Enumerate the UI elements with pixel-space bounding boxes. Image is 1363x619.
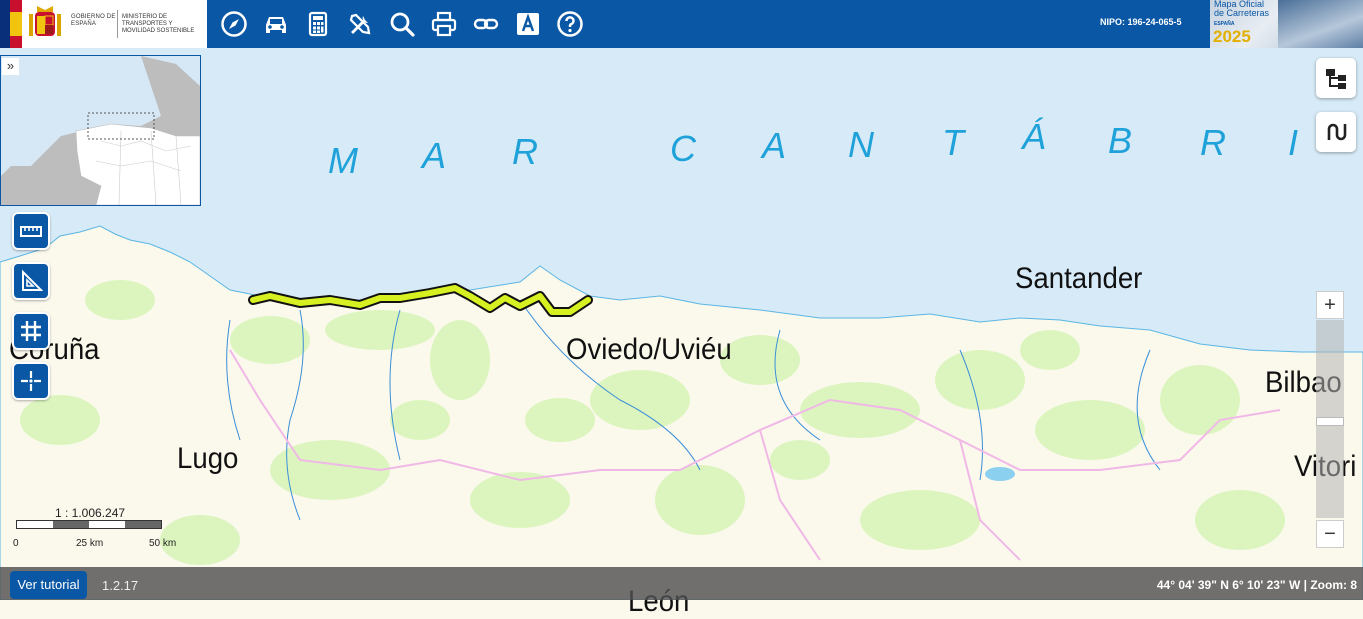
sea-label-letter: C	[670, 128, 696, 169]
city-label: Lugo	[177, 442, 239, 475]
layers-tree-button[interactable]	[1316, 58, 1356, 98]
city-label: Santander	[1015, 262, 1143, 295]
scale-ratio: 1 : 1.006.247	[55, 506, 126, 520]
link-icon[interactable]	[470, 8, 502, 40]
tutorial-button[interactable]: Ver tutorial	[10, 571, 87, 599]
route-button[interactable]	[1316, 112, 1356, 152]
map-logo-year: 2025	[1213, 27, 1251, 46]
ruler-icon	[20, 226, 42, 237]
zoom-in-button[interactable]: +	[1316, 291, 1344, 319]
sea-label-letter: A	[422, 135, 447, 176]
sea-label-letter: R	[512, 131, 538, 172]
divider	[117, 10, 118, 38]
scale-label: 25 km	[76, 538, 104, 549]
sea-label-letter: B	[1108, 120, 1133, 161]
crosshair-icon	[21, 371, 41, 391]
coat-of-arms-icon	[29, 6, 61, 36]
measure-distance-button[interactable]	[12, 212, 50, 250]
sea-label-letter: A	[762, 125, 787, 166]
scale-label: 0	[13, 538, 19, 549]
help-icon[interactable]	[554, 8, 586, 40]
overview-map[interactable]	[0, 55, 201, 206]
version-label: 1.2.17	[102, 578, 139, 593]
overview-map-image	[1, 56, 200, 205]
sea-label-letter: M	[328, 140, 358, 181]
scale-label: 50 km	[149, 538, 177, 549]
coordinates-readout: 44° 04' 39" N 6° 10' 23" W | Zoom: 8	[1157, 578, 1357, 592]
tools-icon[interactable]	[344, 8, 376, 40]
set-square-icon	[22, 269, 43, 291]
eu-flag-icon	[0, 0, 22, 48]
nipo-label: NIPO: 196-24-065-5	[1100, 17, 1182, 27]
search-icon[interactable]	[386, 8, 418, 40]
route-icon	[1327, 123, 1347, 141]
sea-label-letter: T	[942, 122, 964, 163]
compass-icon[interactable]	[218, 8, 250, 40]
zoom-out-button[interactable]: −	[1316, 520, 1344, 548]
font-icon[interactable]	[512, 8, 544, 40]
overview-toggle-button[interactable]: »	[2, 58, 19, 75]
sea-label-letter: N	[848, 124, 874, 165]
measure-area-button[interactable]	[12, 262, 50, 300]
coordinates-button[interactable]	[12, 362, 50, 400]
zoom-slider-handle[interactable]	[1316, 417, 1344, 426]
calculator-icon[interactable]	[302, 8, 334, 40]
scale-bar	[16, 520, 162, 529]
grid-button[interactable]	[12, 312, 50, 350]
gov-label: GOBIERNO DE ESPAÑA	[71, 14, 116, 27]
ministry-label: MINISTERIO DE TRANSPORTES Y MOVILIDAD SO…	[122, 14, 195, 34]
city-label: Oviedo/Uviéu	[566, 333, 732, 366]
grid-icon	[21, 321, 41, 341]
header-bar: GOBIERNO DE ESPAÑA MINISTERIO DE TRANSPO…	[0, 0, 1363, 48]
sea-label-letter: R	[1200, 122, 1226, 163]
sea-label-letter: Á	[1022, 116, 1047, 157]
car-icon[interactable]	[260, 8, 292, 40]
government-logo: GOBIERNO DE ESPAÑA MINISTERIO DE TRANSPO…	[0, 0, 207, 48]
sea-label-letter: I	[1288, 122, 1299, 163]
print-icon[interactable]	[428, 8, 460, 40]
sitemap-icon	[1326, 69, 1346, 89]
coordinates-text: 44° 04' 39" N 6° 10' 23" W |	[1156, 578, 1307, 592]
mapa-oficial-logo[interactable]: Mapa Oficial de Carreteras ESPAÑA 2025	[1210, 0, 1363, 48]
zoom-level: Zoom: 8	[1310, 578, 1357, 592]
map-logo-line2: de Carreteras	[1214, 8, 1270, 18]
